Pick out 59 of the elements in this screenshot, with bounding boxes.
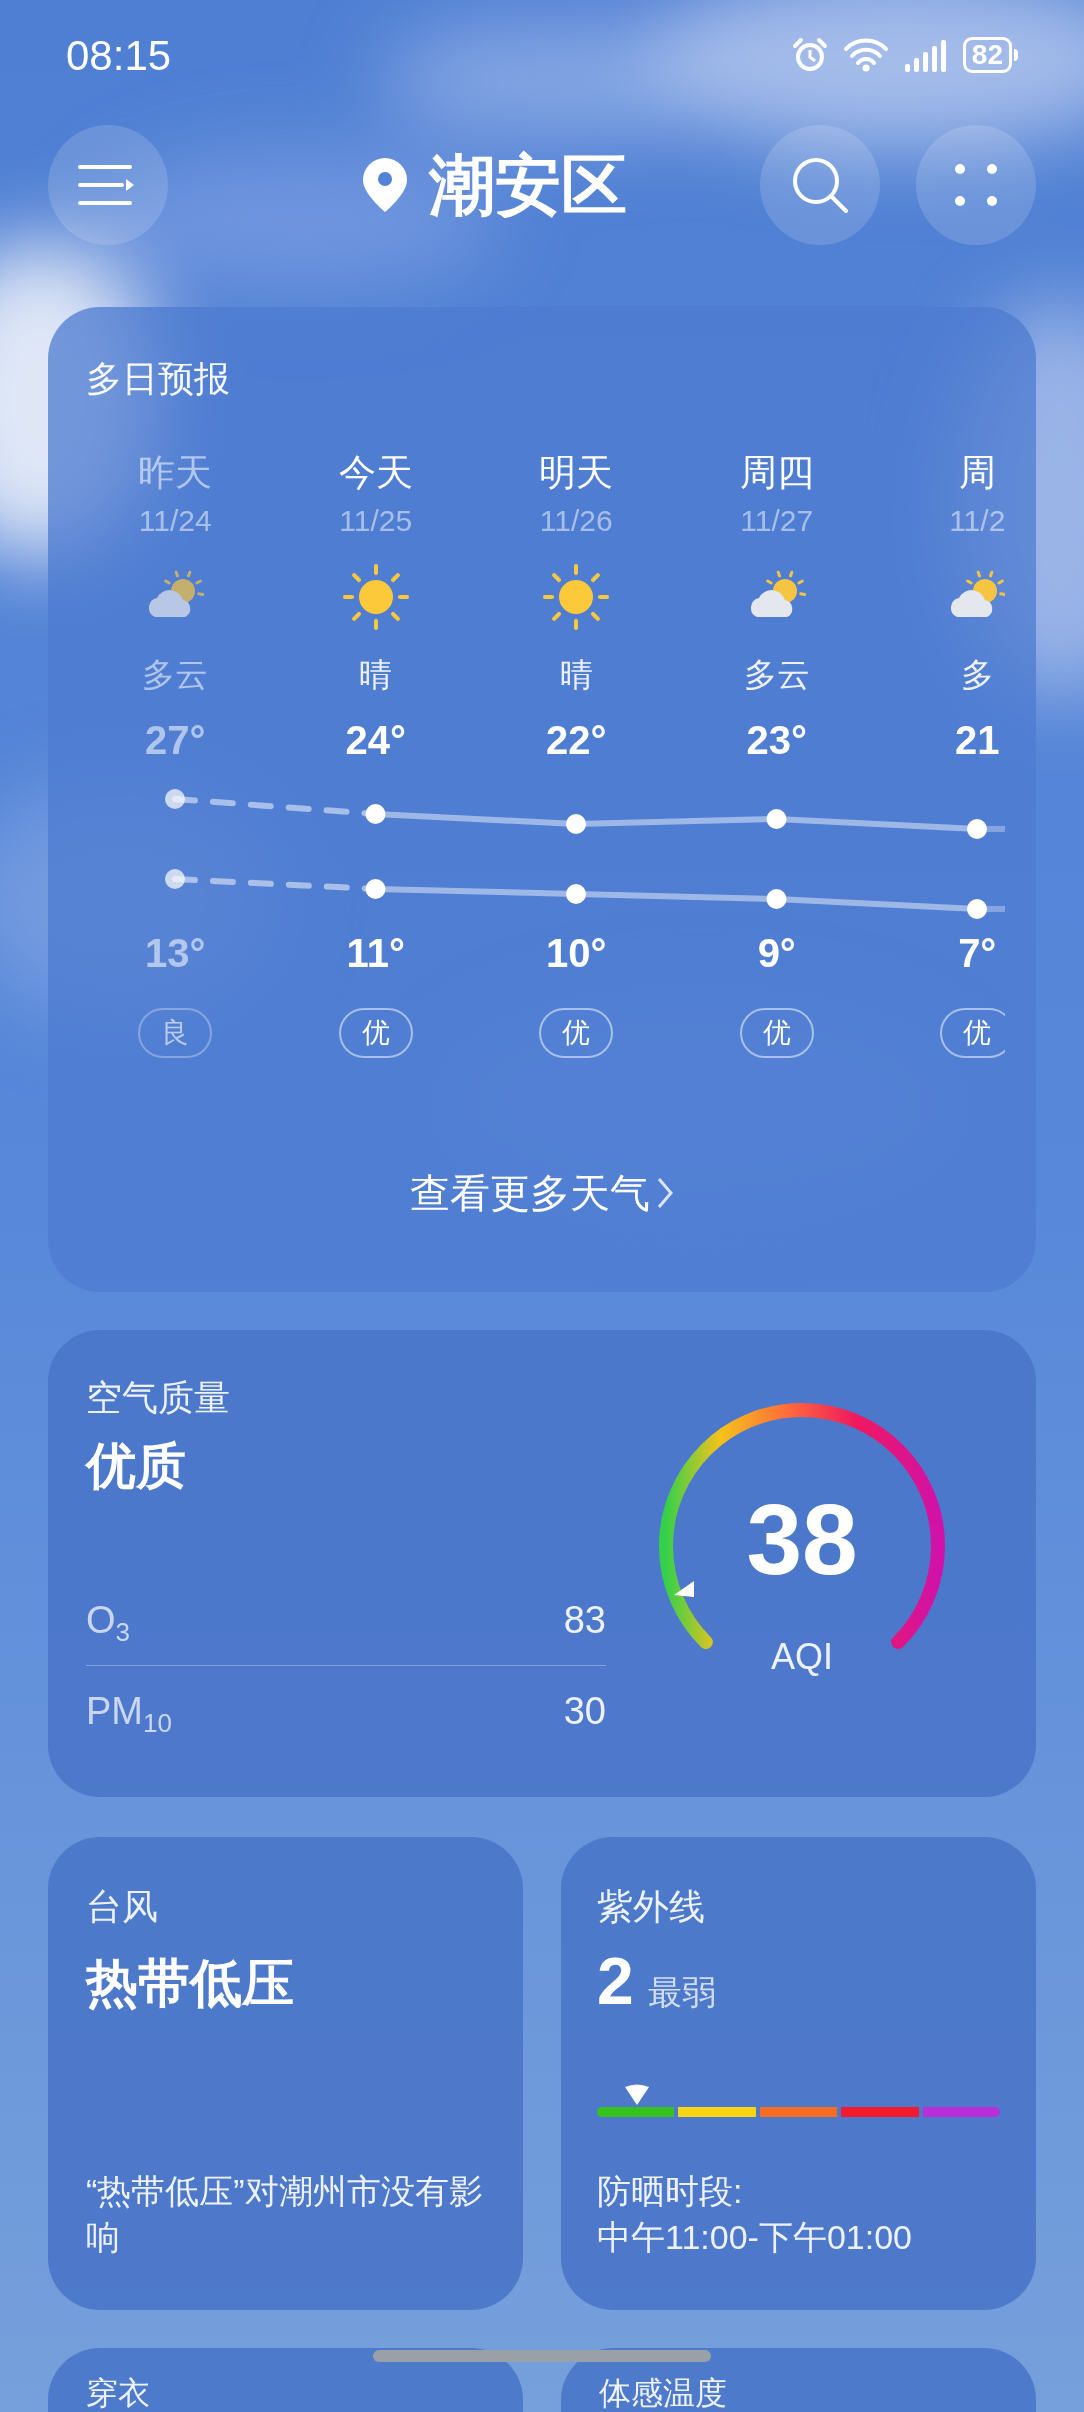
card-title: 空气质量: [86, 1376, 230, 1420]
high-temperature: 23°: [746, 717, 807, 763]
date-label: 11/26: [539, 503, 613, 539]
uv-rating: 最弱: [647, 1972, 716, 2013]
condition-label: 多: [960, 655, 994, 695]
day-label: 今天: [338, 451, 413, 495]
chevron-right-icon: [656, 1175, 674, 1211]
day-label: 明天: [539, 451, 614, 495]
alarm-icon: [790, 36, 829, 74]
air-quality-tag: 优: [338, 1008, 413, 1058]
pollutant-name: PM$_{10}$: [86, 1688, 172, 1740]
low-temperature: 9°: [757, 930, 796, 976]
condition-label: 多云: [743, 655, 810, 695]
battery-indicator: 82: [962, 37, 1012, 73]
condition-label: 晴: [559, 655, 593, 695]
high-temperature: 27°: [145, 717, 206, 763]
air-quality-tag: 优: [739, 1008, 814, 1058]
high-temperature: 21: [955, 717, 1000, 763]
wifi-icon: [842, 37, 889, 73]
card-title: 紫外线: [597, 1885, 705, 1929]
date-label: 11/2: [949, 503, 1005, 539]
low-temperature: 10°: [546, 930, 607, 976]
pollutant-value: 30: [563, 1688, 606, 1734]
condition-label: 晴: [359, 655, 393, 695]
low-temperature: 11°: [346, 930, 405, 976]
status-time: 08:15: [66, 30, 172, 81]
high-temperature: 22°: [546, 717, 607, 763]
typhoon-note: “热带低压”对潮州市没有影响: [86, 2171, 484, 2258]
grid-dots-icon: [954, 163, 998, 207]
air-quality-tag: 优: [940, 1008, 1005, 1058]
sun-protection-time: 中午11:00-下午01:00: [597, 2217, 912, 2258]
pollutant-name: O$_{3}$: [86, 1598, 131, 1649]
typhoon-name: 热带低压: [86, 1953, 294, 2014]
more-weather-link[interactable]: 查看更多天气: [410, 1168, 674, 1218]
pollutant-value: 83: [563, 1598, 606, 1643]
aqi-label: AQI: [771, 1636, 833, 1678]
signal-icon: [902, 38, 949, 72]
day-label: 周: [958, 451, 996, 495]
card-title: 多日预报: [86, 357, 230, 401]
condition-label: 多云: [142, 655, 209, 695]
location-pin-icon: [361, 156, 409, 214]
card-title: 台风: [86, 1885, 158, 1929]
day-label: 昨天: [138, 451, 213, 495]
aqi-value: 38: [746, 1484, 858, 1594]
air-quality-tag: 优: [539, 1008, 614, 1058]
date-label: 11/25: [339, 503, 413, 539]
high-temperature: 24°: [345, 717, 406, 763]
low-temperature: 13°: [145, 930, 206, 976]
day-label: 周四: [739, 451, 814, 495]
air-quality-tag: 良: [138, 1008, 213, 1058]
date-label: 11/24: [138, 503, 212, 539]
card-title: 体感温度: [599, 2376, 728, 2410]
air-quality-status: 优质: [86, 1437, 186, 1496]
card-title: 穿衣: [86, 2376, 151, 2410]
date-label: 11/27: [740, 503, 814, 539]
low-temperature: 7°: [958, 930, 997, 976]
location-title: 潮安区: [429, 147, 627, 224]
uv-index: 2: [597, 1945, 634, 2017]
sun-protection-label: 防晒时段:: [597, 2171, 743, 2212]
